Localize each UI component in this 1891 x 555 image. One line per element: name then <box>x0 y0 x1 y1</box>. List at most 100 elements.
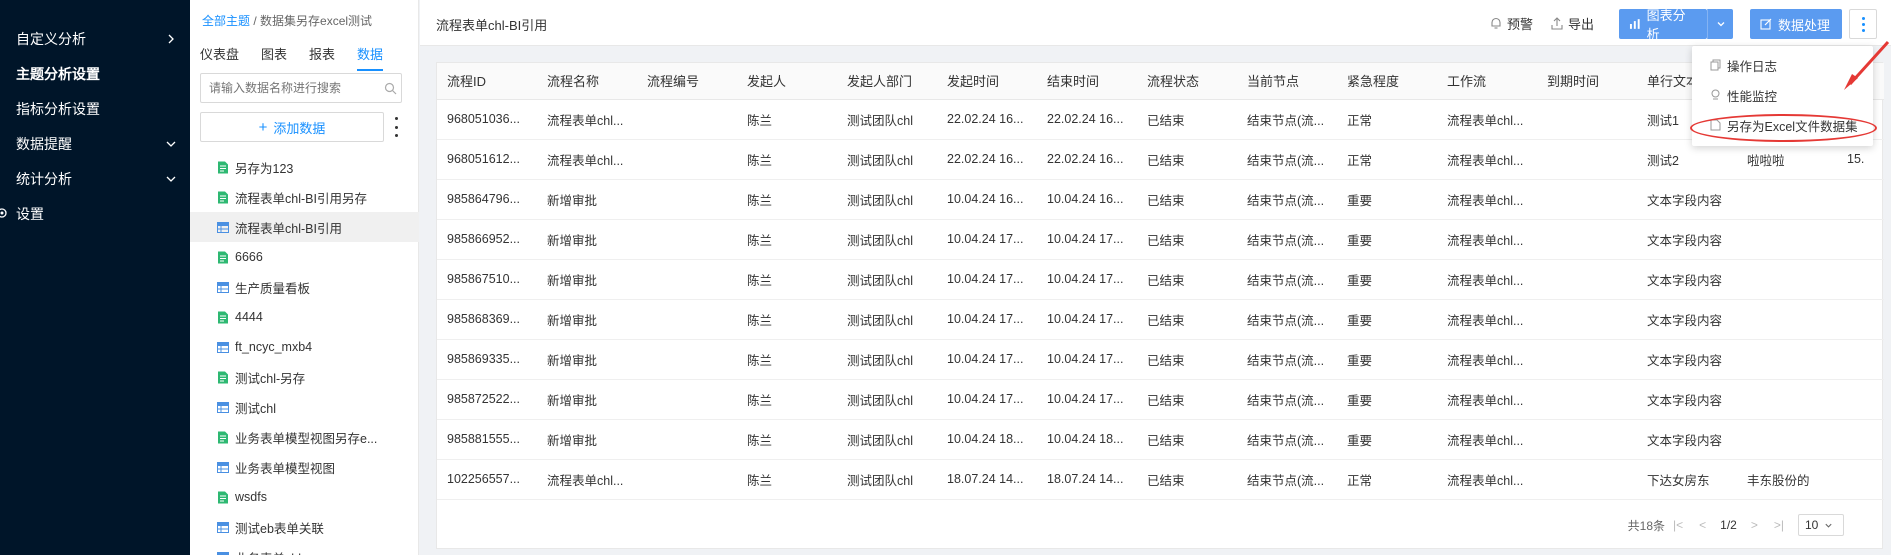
column-header[interactable]: 发起人 <box>737 63 837 100</box>
table-row[interactable]: 985881555... 新增审批 陈兰 测试团队chl 10.04.24 18... 1… <box>437 419 1884 460</box>
table-cell: 结束节点(流... <box>1237 459 1337 500</box>
column-header[interactable]: 结束时间 <box>1037 63 1137 100</box>
column-header[interactable]: 发起时间 <box>937 63 1037 100</box>
table-row[interactable]: 985866952... 新增审批 陈兰 测试团队chl 10.04.24 17... 1… <box>437 219 1884 260</box>
column-header[interactable]: 当前节点 <box>1237 63 1337 100</box>
table-cell: 新增审批 <box>537 179 637 220</box>
column-header[interactable]: 流程状态 <box>1137 63 1237 100</box>
column-header[interactable]: 流程ID <box>437 63 537 100</box>
dataset-search-input[interactable] <box>200 73 402 103</box>
menu-item-operation-log[interactable]: 操作日志 <box>1692 50 1873 80</box>
nav-item-data-alerts[interactable]: 数据提醒 <box>0 126 190 161</box>
column-header[interactable]: 流程编号 <box>637 63 737 100</box>
next-page-icon[interactable]: > <box>1751 518 1758 532</box>
tab-reports[interactable]: 报表 <box>309 44 335 71</box>
column-header[interactable]: 紧急程度 <box>1337 63 1437 100</box>
table-cell: 正常 <box>1337 459 1437 500</box>
dataset-item[interactable]: 另存为123 <box>190 152 419 182</box>
table-cell <box>1837 459 1884 500</box>
tab-charts[interactable]: 图表 <box>261 44 287 71</box>
alert-button[interactable]: 预警 <box>1490 14 1533 33</box>
breadcrumb-link-all-themes[interactable]: 全部主题 <box>202 14 250 28</box>
gear-icon <box>0 208 7 218</box>
page-size-select[interactable]: 10 <box>1798 514 1844 536</box>
dataset-item[interactable]: 业务表单chl <box>190 542 419 555</box>
prev-page-icon[interactable]: < <box>1699 518 1706 532</box>
table-row[interactable]: 985864796... 新增审批 陈兰 测试团队chl 10.04.24 16... 1… <box>437 179 1884 220</box>
menu-item-save-as-excel-dataset[interactable]: 另存为Excel文件数据集 <box>1692 110 1873 140</box>
table-row[interactable]: 968051036... 流程表单chl... 陈兰 测试团队chl 22.02.24 … <box>437 99 1884 140</box>
last-page-icon[interactable]: >| <box>1774 518 1784 532</box>
nav-item-theme-settings[interactable]: 主题分析设置 <box>0 56 190 91</box>
menu-item-performance-monitor[interactable]: 性能监控 <box>1692 80 1873 110</box>
column-header[interactable]: 到期时间 <box>1537 63 1637 100</box>
dataset-item[interactable]: ft_ncyc_mxb4 <box>190 332 419 362</box>
chart-analysis-dropdown-toggle[interactable] <box>1707 9 1733 39</box>
dataset-item[interactable]: 测试eb表单关联 <box>190 512 419 542</box>
dataset-item[interactable]: 4444 <box>190 302 419 332</box>
table-cell <box>1737 379 1837 420</box>
search-icon[interactable] <box>384 82 397 95</box>
table-row[interactable]: 985872522... 新增审批 陈兰 测试团队chl 10.04.24 17... 1… <box>437 379 1884 420</box>
dataset-item[interactable]: 生产质量看板 <box>190 272 419 302</box>
dataset-item-label: 业务表单chl <box>235 548 301 555</box>
table-cell <box>1737 259 1837 300</box>
chart-analysis-button[interactable]: 图表分析 <box>1619 8 1707 42</box>
add-data-button[interactable]: + 添加数据 <box>200 112 384 142</box>
table-cell: 已结束 <box>1137 99 1237 140</box>
table-cell: 流程表单chl... <box>1437 259 1537 300</box>
chart-analysis-label: 图表分析 <box>1646 8 1686 42</box>
dataset-item[interactable]: wsdfs <box>190 482 419 512</box>
nav-item-settings[interactable]: 设置 <box>0 196 190 231</box>
table-row[interactable]: 985867510... 新增审批 陈兰 测试团队chl 10.04.24 17... 1… <box>437 259 1884 300</box>
dataset-item[interactable]: 流程表单chl-BI引用 <box>190 212 419 242</box>
dataset-item[interactable]: 测试chl <box>190 392 419 422</box>
table-header-row: 流程ID 流程名称 流程编号 发起人 发起人部门 发起时间 结束时间 流程状态 当前节点 紧急程度… <box>437 63 1884 100</box>
column-header[interactable]: 发起人部门 <box>837 63 937 100</box>
table-row[interactable]: 102256557... 流程表单chl... 陈兰 测试团队chl 18.07.24 … <box>437 459 1884 500</box>
nav-item-label: 指标分析设置 <box>16 100 100 117</box>
nav-item-label: 主题分析设置 <box>16 65 100 82</box>
table-cell: 测试团队chl <box>837 379 937 420</box>
pagination-page: 1/2 <box>1720 518 1737 532</box>
dataset-list: 另存为123 流程表单chl-BI引用另存 流程表单chl-BI引用 6666 生产质量… <box>190 152 419 555</box>
table-cell: 文本字段内容 <box>1637 259 1737 300</box>
nav-item-statistics[interactable]: 统计分析 <box>0 161 190 196</box>
table-row[interactable]: 985868369... 新增审批 陈兰 测试团队chl 10.04.24 17... 1… <box>437 299 1884 340</box>
dataset-item-label: 业务表单模型视图另存e... <box>235 431 378 446</box>
table-cell: 10.04.24 17... <box>937 259 1037 300</box>
table-row[interactable]: 985869335... 新增审批 陈兰 测试团队chl 10.04.24 17... 1… <box>437 339 1884 380</box>
table-cell <box>637 339 737 380</box>
dataset-item-label: 测试chl <box>235 401 276 416</box>
table-row[interactable]: 968051612... 流程表单chl... 陈兰 测试团队chl 22.02.24 … <box>437 139 1884 180</box>
tab-dashboard[interactable]: 仪表盘 <box>200 44 239 71</box>
dataset-item[interactable]: 6666 <box>190 242 419 272</box>
location-icon <box>1711 89 1720 100</box>
table-cell <box>1537 339 1637 380</box>
table-cell: 流程表单chl... <box>537 139 637 180</box>
dataset-item[interactable]: 测试chl-另存 <box>190 362 419 392</box>
data-process-button[interactable]: 数据处理 <box>1750 9 1842 39</box>
first-page-icon[interactable]: |< <box>1673 518 1683 532</box>
table-icon <box>217 281 229 293</box>
table-cell: 10.04.24 17... <box>1037 259 1137 300</box>
nav-item-custom-analysis[interactable]: 自定义分析 <box>0 21 190 56</box>
table-cell: 新增审批 <box>537 379 637 420</box>
table-cell: 新增审批 <box>537 339 637 380</box>
more-vertical-icon[interactable] <box>393 117 399 137</box>
dataset-item[interactable]: 业务表单模型视图 <box>190 452 419 482</box>
export-button[interactable]: 导出 <box>1551 14 1594 33</box>
table-cell: 新增审批 <box>537 299 637 340</box>
dataset-item[interactable]: 流程表单chl-BI引用另存 <box>190 182 419 212</box>
dataset-item[interactable]: 业务表单模型视图另存e... <box>190 422 419 452</box>
table-cell: 22.02.24 16... <box>937 99 1037 140</box>
more-actions-button[interactable] <box>1849 9 1877 39</box>
dataset-item-label: 6666 <box>235 250 263 264</box>
table-cell: 文本字段内容 <box>1637 219 1737 260</box>
nav-item-metric-settings[interactable]: 指标分析设置 <box>0 91 190 126</box>
table-icon <box>217 521 229 533</box>
table-cell: 流程表单chl... <box>1437 219 1537 260</box>
column-header[interactable]: 流程名称 <box>537 63 637 100</box>
tab-data[interactable]: 数据 <box>357 44 384 71</box>
column-header[interactable]: 工作流 <box>1437 63 1537 100</box>
